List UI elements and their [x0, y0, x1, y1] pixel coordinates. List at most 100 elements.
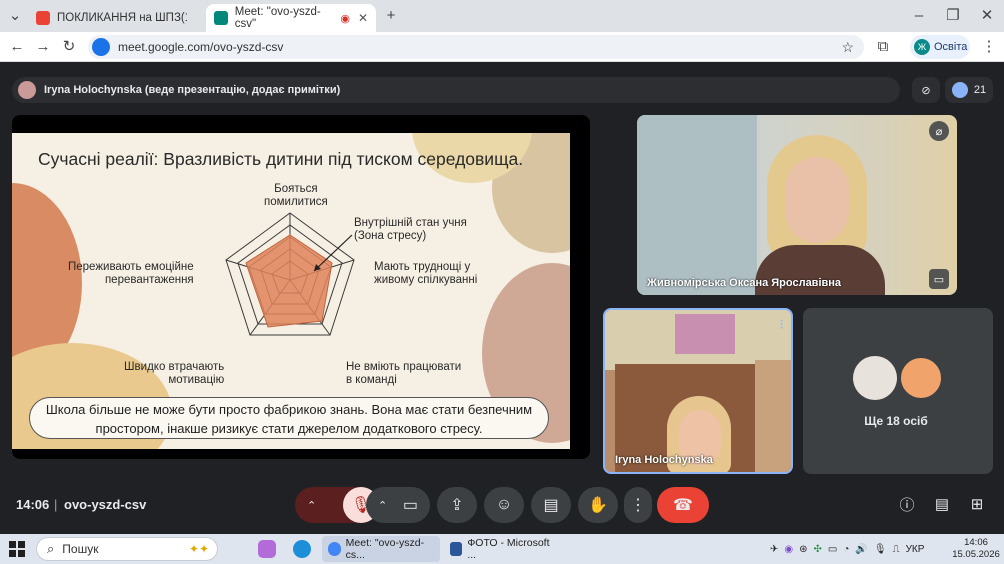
minimize-icon[interactable]: –: [910, 6, 928, 24]
taskbar-app-word[interactable]: ФОТО - Microsoft ...: [444, 536, 556, 562]
gmail-icon: [36, 11, 50, 25]
profile-button[interactable]: Ж Освіта: [910, 35, 970, 59]
meeting-time: 14:06: [16, 497, 50, 512]
clock-date: 15.05.2026: [952, 549, 1000, 560]
restore-icon[interactable]: ❐: [944, 6, 962, 24]
meeting-code: ovo-yszd-csv: [64, 497, 147, 512]
captions-button[interactable]: ▤: [531, 487, 571, 523]
copilot-sparkle-icon: ✦✦: [188, 542, 209, 556]
mic-off-icon: ⌀: [929, 121, 949, 141]
forward-icon[interactable]: →: [34, 37, 52, 55]
menu-kebab-icon[interactable]: ⋮: [980, 37, 998, 55]
reload-icon[interactable]: ↻: [60, 37, 78, 55]
url-field[interactable]: meet.google.com/ovo-yszd-csv ☆: [88, 35, 864, 59]
tab-list-chevron-icon[interactable]: ⌄: [6, 6, 24, 24]
raise-hand-button[interactable]: ✋: [578, 487, 618, 523]
chat-icon[interactable]: ▤: [931, 493, 953, 515]
participant-tile[interactable]: ⌀ ▭ Живномірська Оксана Ярославівна: [637, 115, 957, 295]
speaking-indicator-icon: ⫶: [779, 318, 783, 332]
more-options-button[interactable]: ⋮: [624, 487, 652, 523]
divider: |: [54, 497, 58, 512]
participants-button[interactable]: 21: [945, 77, 993, 103]
more-participants-label: Ще 18 осіб: [864, 414, 928, 428]
presenter-banner[interactable]: Iryna Holochynska (веде презентацію, дод…: [12, 77, 900, 103]
edge-icon[interactable]: [293, 540, 311, 558]
volume-icon[interactable]: 🔊: [855, 544, 867, 555]
label-emotional-overload: Переживають емоційне перевантаження: [68, 261, 194, 286]
avatar: Ж: [914, 39, 930, 55]
label-motivation: Швидко втрачають мотивацію: [124, 361, 225, 386]
taskbar-clock[interactable]: 14:06 15.05.2026: [950, 537, 1002, 561]
reactions-button[interactable]: ☺: [484, 487, 524, 523]
video-options-chevron-icon[interactable]: ⌃: [378, 499, 387, 512]
tab-meet[interactable]: Meet: "ovo-yszd-csv" ◉ ✕: [206, 4, 376, 32]
app-tray-icon[interactable]: ✈: [770, 544, 778, 555]
label-communication: Мають труднощі у живому спілкуванні: [374, 261, 478, 286]
windows-taskbar: ⌕ Пошук ✦✦ Meet: "ovo-yszd-cs... ФОТО - …: [0, 534, 1004, 564]
audio-options-chevron-icon[interactable]: ⌃: [307, 499, 316, 512]
app-tray-icon[interactable]: ◉: [784, 544, 793, 555]
battery-icon[interactable]: ▭: [828, 544, 837, 555]
system-tray: ✈ ◉ ⊛ ✣ ▭ ◔ 🔊 🎙 ⎍ УКР: [770, 534, 932, 564]
present-screen-button[interactable]: ⇪: [437, 487, 477, 523]
word-icon: [450, 542, 463, 556]
site-info-icon[interactable]: [92, 38, 110, 56]
meeting-info-icon[interactable]: ⓘ: [896, 493, 918, 515]
chrome-icon: [328, 542, 341, 556]
participant-tile-active[interactable]: ⫶ Iryna Holochynska: [603, 308, 793, 474]
stress-zone-area: [245, 234, 333, 328]
meet-icon: [214, 11, 228, 25]
arrow-line: [313, 234, 353, 272]
participants-count: 21: [973, 84, 987, 96]
taskbar-search[interactable]: ⌕ Пошук ✦✦: [36, 537, 218, 561]
label-afraid-mistakes: Бояться помилитися: [264, 183, 328, 208]
app-tray-icon[interactable]: ⊛: [799, 544, 807, 555]
app-tray-icon[interactable]: ✣: [814, 544, 822, 555]
hang-up-icon: ☎: [673, 497, 693, 514]
start-button[interactable]: [9, 541, 25, 557]
search-placeholder: Пошук: [62, 542, 99, 556]
close-window-icon[interactable]: ✕: [978, 6, 996, 24]
window-background: [637, 115, 757, 295]
wall-poster: [675, 314, 735, 354]
language-indicator[interactable]: УКР: [906, 544, 925, 555]
usb-icon[interactable]: ⎍: [893, 544, 900, 555]
present-icon: ⇪: [450, 497, 464, 514]
camera-icon[interactable]: ▭: [403, 495, 418, 515]
mic-icon[interactable]: 🎙: [874, 544, 887, 555]
clock-time: 14:06: [964, 537, 988, 548]
extensions-icon[interactable]: ⧉: [874, 37, 892, 55]
close-tab-icon[interactable]: ✕: [358, 11, 368, 25]
avatar: [899, 356, 943, 400]
taskbar-app-chrome[interactable]: Meet: "ovo-yszd-cs...: [322, 536, 440, 562]
presentation-tile[interactable]: Сучасні реалії: Вразливість дитини під т…: [12, 115, 590, 459]
meet-stage: Iryna Holochynska (веде презентацію, дод…: [0, 63, 1004, 534]
camera-control[interactable]: ⌃ ▭: [366, 487, 430, 523]
leave-call-button[interactable]: ☎: [657, 487, 709, 523]
copilot-icon[interactable]: [258, 540, 276, 558]
app-label: ФОТО - Microsoft ...: [467, 537, 550, 561]
pin-icon[interactable]: ▭: [929, 269, 949, 289]
label-inner-state: Внутрішній стан учня (Зона стресу): [354, 217, 467, 242]
label-teamwork: Не вміють працювати в команді: [346, 361, 462, 386]
avatar: [18, 81, 36, 99]
presenter-text: Iryna Holochynska (веде презентацію, дод…: [44, 84, 341, 96]
tab-title: Meet: "ovo-yszd-csv": [234, 6, 321, 30]
wifi-icon[interactable]: ◔: [843, 544, 849, 555]
activities-icon[interactable]: ⊞: [966, 493, 988, 515]
more-participants-tile[interactable]: Ще 18 осіб: [803, 308, 993, 474]
kebab-icon: ⋮: [630, 497, 646, 514]
emoji-icon: ☺: [495, 496, 513, 513]
participant-name: Живномірська Оксана Ярославівна: [647, 277, 842, 289]
avatar: [853, 356, 897, 400]
hand-icon: ✋: [588, 497, 608, 514]
recording-icon: ◉: [340, 12, 350, 25]
camera-off-icon[interactable]: ⊘: [912, 77, 940, 103]
bookmark-star-icon[interactable]: ☆: [841, 39, 854, 56]
new-tab-button[interactable]: +: [382, 6, 400, 24]
tab-gmail[interactable]: ПОКЛИКАННЯ на ШПЗ(15.05.2: [28, 4, 204, 32]
app-label: Meet: "ovo-yszd-cs...: [345, 537, 425, 561]
back-icon[interactable]: ←: [8, 37, 26, 55]
slide-footer-text: Школа більше не може бути просто фабрико…: [29, 397, 549, 439]
captions-icon: ▤: [543, 497, 559, 514]
